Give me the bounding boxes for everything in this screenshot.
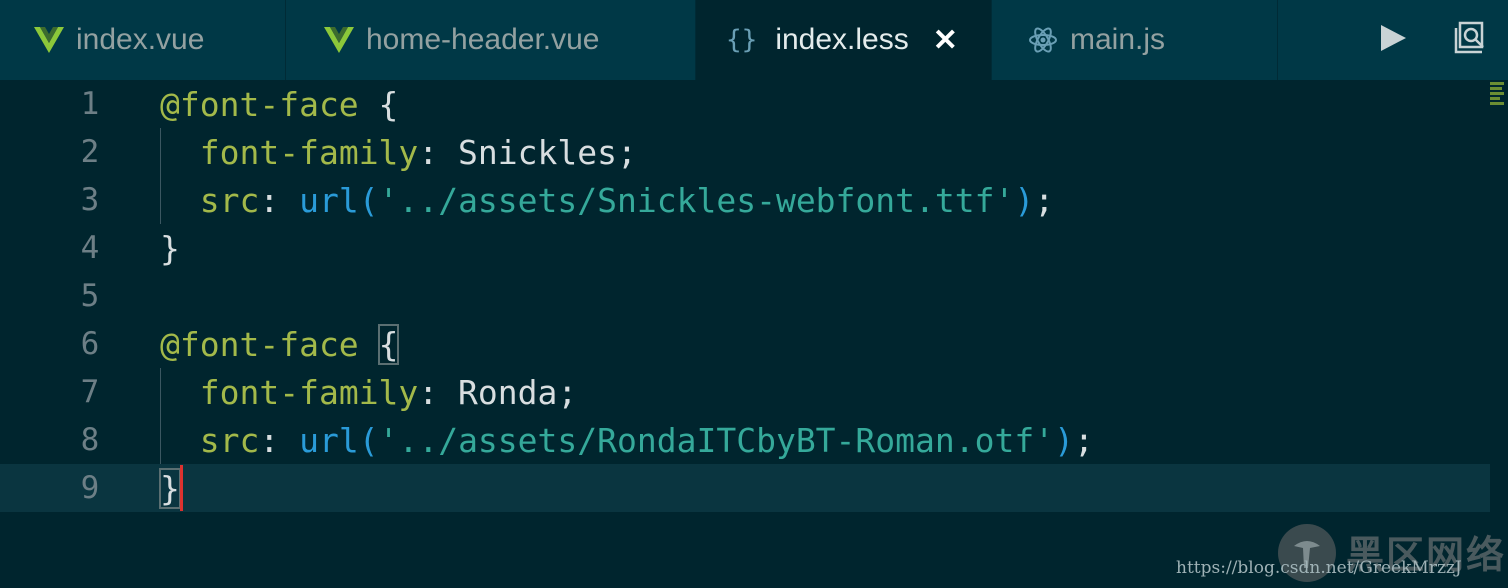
property-name: font-family [199, 372, 419, 412]
property-value: Ronda; [458, 372, 578, 412]
punctuation: : [418, 132, 459, 172]
search-preview-icon[interactable] [1452, 20, 1488, 61]
minimap[interactable] [1490, 82, 1506, 107]
editor-actions [1278, 0, 1508, 80]
punctuation: ; [1034, 180, 1055, 220]
line-number: 7 [80, 374, 100, 410]
code-line: 4 } [0, 224, 1490, 272]
line-number: 4 [80, 230, 100, 266]
text-cursor [180, 465, 183, 511]
line-number: 1 [80, 86, 100, 122]
code-text: } [159, 467, 181, 509]
minimap-line [1490, 102, 1504, 105]
property-name: font-family [199, 132, 419, 172]
property-name: src [199, 180, 260, 220]
string-literal: '../assets/RondaITCbyBT-Roman.otf' [378, 420, 1055, 460]
matched-bracket: { [377, 323, 400, 365]
function-close: ) [1014, 180, 1035, 220]
code-text: @font-face { [160, 323, 400, 365]
code-text: font-family: Ronda; [160, 372, 578, 412]
code-line: 3 src: url('../assets/Snickles-webfont.t… [0, 176, 1490, 224]
code-line: 5 [0, 272, 1490, 320]
punctuation: : [259, 180, 300, 220]
function-name: url( [299, 180, 379, 220]
at-rule: @font-face [160, 324, 359, 364]
react-atom-icon [1028, 25, 1058, 55]
code-text: } [160, 229, 180, 268]
at-rule: @font-face [160, 84, 359, 124]
close-icon[interactable]: ✕ [933, 23, 958, 58]
minimap-line [1490, 82, 1504, 85]
punctuation: { [358, 84, 399, 124]
line-number: 8 [80, 422, 100, 458]
code-line: 8 src: url('../assets/RondaITCbyBT-Roman… [0, 416, 1490, 464]
code-line: 6 @font-face { [0, 320, 1490, 368]
line-number: 6 [80, 326, 100, 362]
tab-label: main.js [1070, 23, 1166, 56]
code-text: src: url('../assets/RondaITCbyBT-Roman.o… [160, 421, 1094, 460]
line-number: 5 [80, 278, 100, 314]
code-editor[interactable]: 1 @font-face { 2 font-family: Snickles; … [0, 80, 1508, 588]
punctuation: : [418, 372, 459, 412]
tab-home-header-vue[interactable]: home-header.vue [286, 0, 696, 80]
tab-index-vue[interactable]: index.vue [0, 0, 286, 80]
minimap-line [1490, 92, 1504, 95]
property-value: Snickles; [458, 132, 637, 172]
function-close: ) [1054, 420, 1074, 460]
braces-icon: {} [726, 25, 758, 55]
line-number: 3 [80, 182, 100, 218]
run-play-icon[interactable] [1378, 23, 1408, 58]
code-line: 1 @font-face { [0, 80, 1490, 128]
vue-icon [324, 27, 354, 53]
punctuation: ; [1073, 420, 1094, 460]
tab-bar: index.vue home-header.vue {} index.less … [0, 0, 1508, 80]
code-line: 2 font-family: Snickles; [0, 128, 1490, 176]
line-number: 9 [80, 470, 100, 506]
closing-brace: } [160, 228, 180, 268]
tab-main-js[interactable]: main.js [992, 0, 1278, 80]
function-name: url( [299, 420, 379, 460]
code-text: src: url('../assets/Snickles-webfont.ttf… [160, 181, 1054, 220]
vue-icon [34, 27, 64, 53]
minimap-line [1490, 97, 1500, 100]
tab-label: index.vue [76, 23, 205, 56]
code-text: @font-face { [160, 85, 398, 124]
tab-index-less[interactable]: {} index.less ✕ [696, 0, 992, 80]
property-name: src [199, 420, 260, 460]
minimap-line [1490, 87, 1502, 90]
code-line: 7 font-family: Ronda; [0, 368, 1490, 416]
tab-label: home-header.vue [366, 23, 600, 56]
line-number: 2 [80, 134, 100, 170]
code-line-active: 9 } [0, 464, 1490, 512]
string-literal: '../assets/Snickles-webfont.ttf' [378, 180, 1015, 220]
punctuation: : [259, 420, 300, 460]
code-text: font-family: Snickles; [160, 133, 637, 172]
tab-label: index.less [775, 23, 909, 56]
watermark-url: https://blog.csdn.net/GreekMrzzJ [1176, 558, 1462, 578]
matched-bracket: } [159, 467, 181, 509]
